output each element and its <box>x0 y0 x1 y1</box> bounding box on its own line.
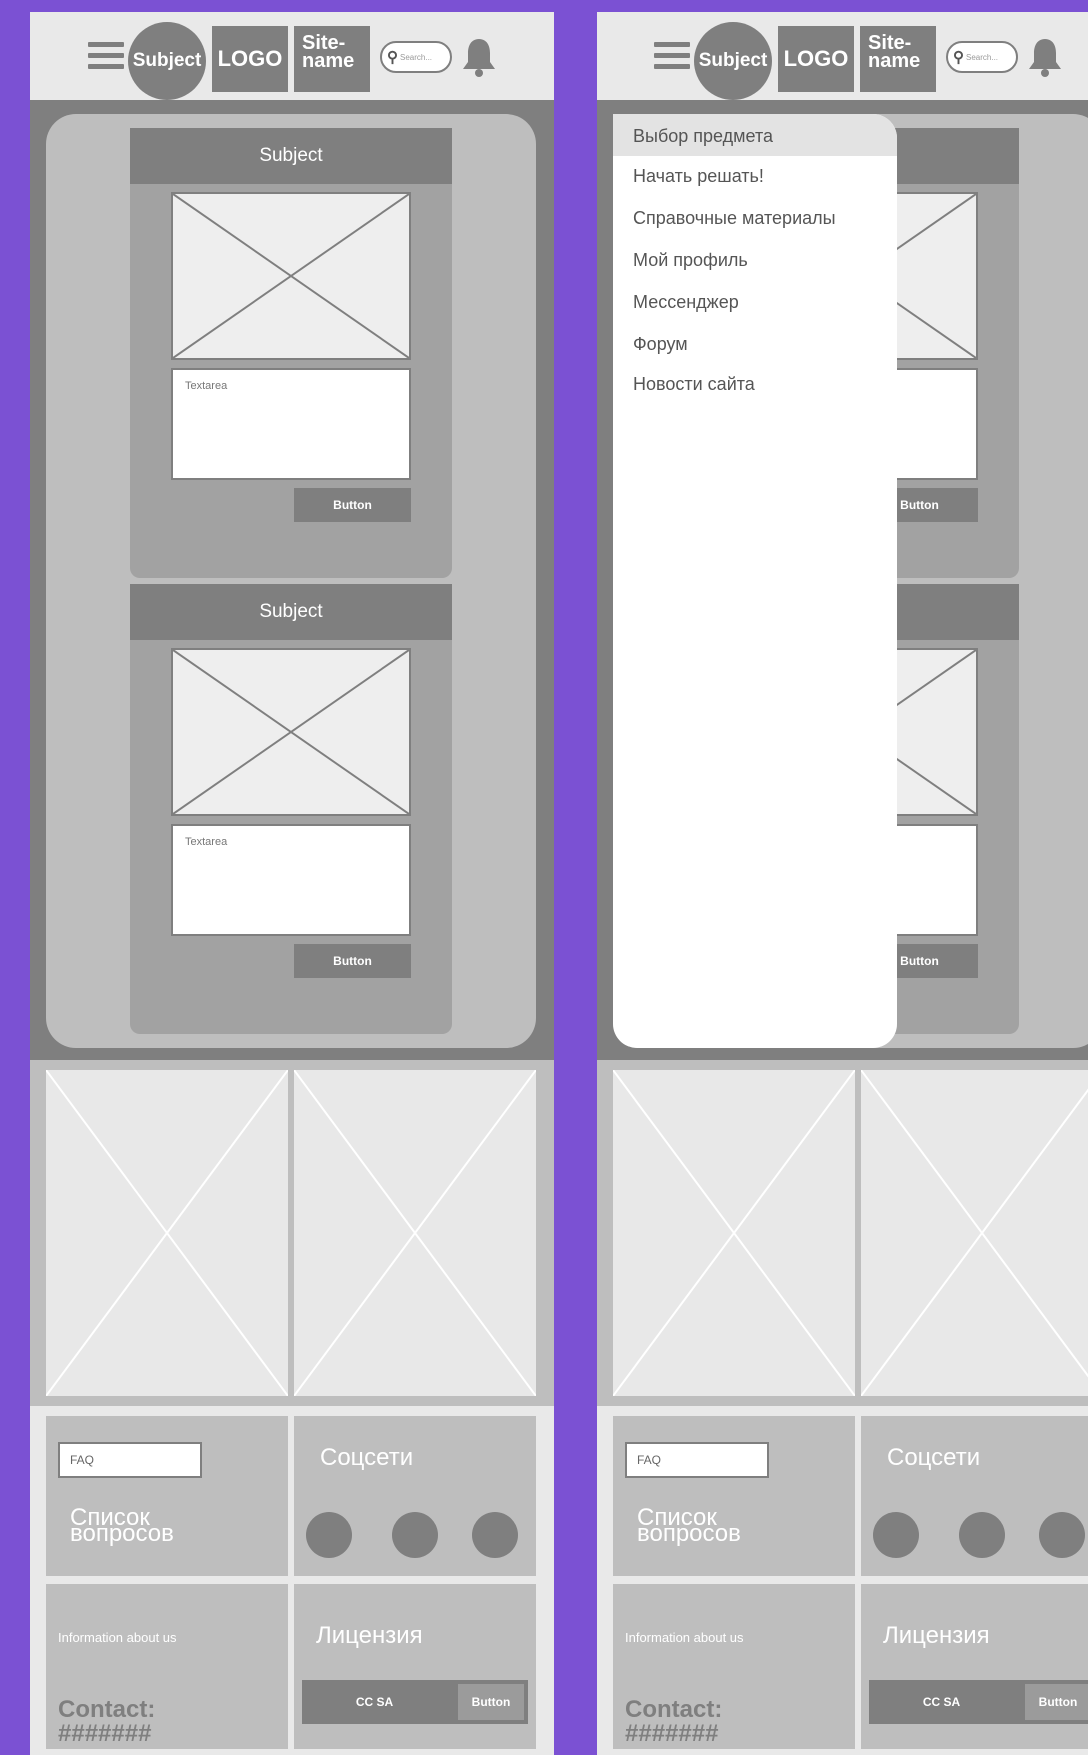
site-name: Site- name <box>294 26 370 92</box>
license-value: CC SA <box>355 1695 394 1709</box>
faq-block: FAQ Список вопросов <box>46 1416 288 1576</box>
mobile-screen-default: Subject LOGO Site- name ⚲ Search... Subj… <box>30 12 554 1755</box>
search-placeholder: Search... <box>966 52 999 62</box>
menu-item-reference-materials[interactable]: Справочные материалы <box>633 208 836 229</box>
license-button[interactable]: Button <box>458 1684 524 1720</box>
image-placeholder <box>171 192 411 360</box>
license-bar: CC SA Button <box>302 1680 528 1724</box>
image-gallery <box>30 1060 554 1406</box>
social-link-icon[interactable] <box>472 1512 518 1558</box>
about-block: Information about us Contact: ####### <box>46 1584 288 1749</box>
footer: FAQ Список вопросов Соцсети Information … <box>597 1406 1088 1755</box>
license-block: Лицензия CC SA Button <box>861 1584 1088 1749</box>
hamburger-menu-icon[interactable] <box>654 42 690 72</box>
faq-block: FAQ Список вопросов <box>613 1416 855 1576</box>
social-link-icon[interactable] <box>306 1512 352 1558</box>
license-block: Лицензия CC SA Button <box>294 1584 536 1749</box>
search-input[interactable]: ⚲ Search... <box>946 41 1018 73</box>
license-title: Лицензия <box>883 1622 990 1649</box>
social-link-icon[interactable] <box>1039 1512 1085 1558</box>
answer-textarea[interactable]: Textarea <box>171 368 411 480</box>
menu-item-messenger[interactable]: Мессенджер <box>633 292 739 313</box>
card-title: Subject <box>130 128 452 184</box>
site-name-line2: name <box>868 50 921 72</box>
menu-item-start-solving[interactable]: Начать решать! <box>633 166 764 187</box>
social-link-icon[interactable] <box>873 1512 919 1558</box>
social-block: Соцсети <box>294 1416 536 1576</box>
site-name: Site- name <box>860 26 936 92</box>
menu-item-my-profile[interactable]: Мой профиль <box>633 250 748 271</box>
site-name-line2: name <box>302 50 355 72</box>
image-gallery <box>597 1060 1088 1406</box>
questions-link[interactable]: Список вопросов <box>637 1506 741 1547</box>
gallery-image-placeholder <box>46 1070 288 1396</box>
mobile-screen-menu-open: Subject LOGO Site- name ⚲ Search... Subj… <box>597 12 1088 1755</box>
search-icon: ⚲ <box>953 49 964 66</box>
top-header: Subject LOGO Site- name ⚲ Search... <box>30 12 554 100</box>
social-link-icon[interactable] <box>959 1512 1005 1558</box>
license-bar: CC SA Button <box>869 1680 1088 1724</box>
footer: FAQ Список вопросов Соцсети Information … <box>30 1406 554 1755</box>
about-info-text: Information about us <box>625 1630 744 1645</box>
about-block: Information about us Contact: ####### <box>613 1584 855 1749</box>
menu-item-site-news[interactable]: Новости сайта <box>633 374 755 395</box>
site-logo[interactable]: LOGO <box>778 26 854 92</box>
gallery-image-placeholder <box>613 1070 855 1396</box>
submit-button[interactable]: Button <box>294 488 411 522</box>
search-icon: ⚲ <box>387 49 398 66</box>
subject-selector-button[interactable]: Subject <box>128 22 206 100</box>
questions-link[interactable]: Список вопросов <box>70 1506 174 1547</box>
image-placeholder <box>171 648 411 816</box>
side-navigation-menu: Выбор предмета Начать решать! Справочные… <box>613 114 897 1048</box>
card-title: Subject <box>130 584 452 640</box>
about-info-text: Information about us <box>58 1630 177 1645</box>
gallery-image-placeholder <box>294 1070 536 1396</box>
faq-field[interactable]: FAQ <box>625 1442 769 1478</box>
gallery-image-placeholder <box>861 1070 1088 1396</box>
subject-card: Subject Textarea Button <box>130 128 452 578</box>
license-value: CC SA <box>922 1695 961 1709</box>
license-button[interactable]: Button <box>1025 1684 1088 1720</box>
search-placeholder: Search... <box>400 52 433 62</box>
main-panel: Subject Textarea Button Subject Textarea… <box>46 114 536 1048</box>
menu-item-forum[interactable]: Форум <box>633 334 688 355</box>
social-link-icon[interactable] <box>392 1512 438 1558</box>
social-title: Соцсети <box>887 1444 981 1471</box>
questions-line2: вопросов <box>637 1520 741 1547</box>
notification-bell-icon[interactable] <box>1026 36 1064 78</box>
questions-line2: вопросов <box>70 1520 174 1547</box>
search-input[interactable]: ⚲ Search... <box>380 41 452 73</box>
hamburger-menu-icon[interactable] <box>88 42 124 72</box>
contact-value: ####### <box>58 1720 152 1747</box>
site-logo[interactable]: LOGO <box>212 26 288 92</box>
subject-selector-button[interactable]: Subject <box>694 22 772 100</box>
menu-item-subject-choice[interactable]: Выбор предмета <box>633 126 773 147</box>
contact-value: ####### <box>625 1720 719 1747</box>
social-title: Соцсети <box>320 1444 414 1471</box>
subject-card: Subject Textarea Button <box>130 584 452 1034</box>
social-block: Соцсети <box>861 1416 1088 1576</box>
submit-button[interactable]: Button <box>294 944 411 978</box>
answer-textarea[interactable]: Textarea <box>171 824 411 936</box>
notification-bell-icon[interactable] <box>460 36 498 78</box>
license-title: Лицензия <box>316 1622 423 1649</box>
faq-field[interactable]: FAQ <box>58 1442 202 1478</box>
top-header: Subject LOGO Site- name ⚲ Search... <box>597 12 1088 100</box>
